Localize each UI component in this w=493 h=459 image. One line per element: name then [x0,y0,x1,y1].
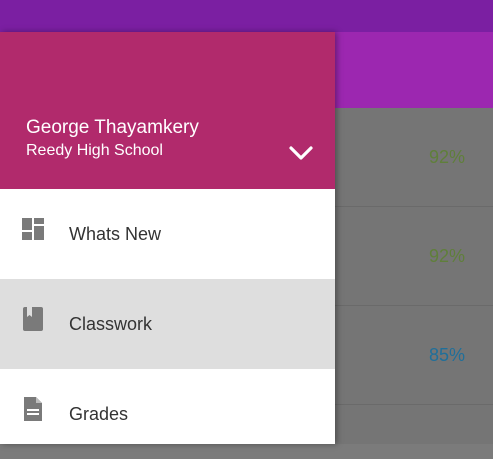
grade-percentage: 92% [428,146,465,167]
menu-item-label: Grades [69,403,129,424]
menu-item-label: Classwork [69,313,153,334]
navigation-drawer: George Thayamkery Reedy High School What… [0,32,335,444]
account-toggle-button[interactable] [282,138,320,168]
drawer-menu: Whats New Classwork Grades [0,189,335,459]
status-bar [0,0,493,32]
chevron-down-icon [289,146,313,160]
book-icon [23,307,43,331]
grade-percentage: 92% [428,245,465,266]
user-name: George Thayamkery [26,117,199,138]
menu-item-whats-new[interactable]: Whats New [0,189,335,279]
school-name: Reedy High School [26,142,163,159]
menu-item-classwork[interactable]: Classwork [0,279,335,369]
document-icon [24,397,42,421]
menu-item-label: Whats New [69,223,162,244]
menu-item-grades[interactable]: Grades [0,369,335,459]
dashboard-icon [22,218,44,240]
drawer-header: George Thayamkery Reedy High School [0,32,335,189]
grade-percentage: 85% [428,344,465,365]
